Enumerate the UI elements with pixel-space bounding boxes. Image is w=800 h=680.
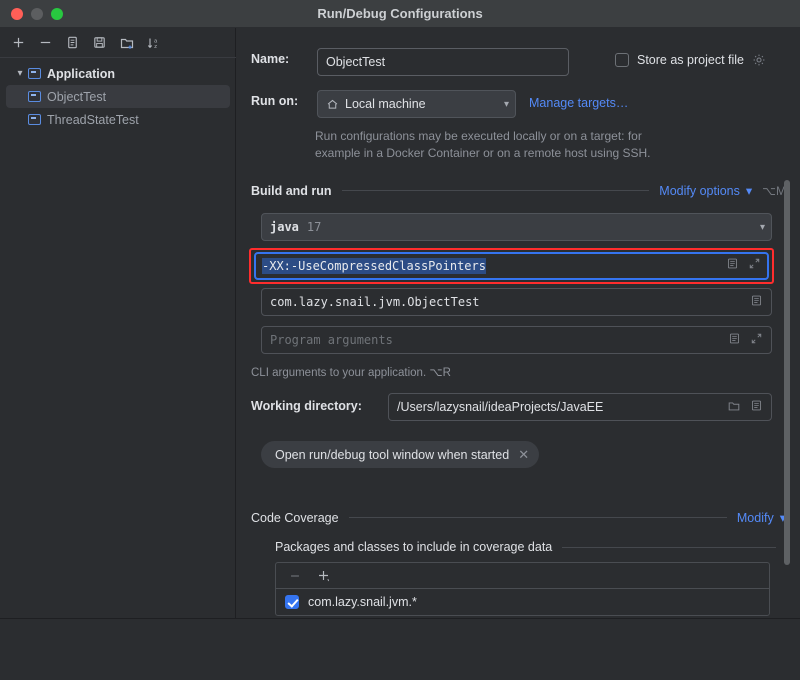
build-and-run-title: Build and run — [251, 183, 332, 198]
working-directory-input[interactable]: /Users/lazysnail/ideaProjects/JavaEE — [388, 393, 772, 421]
section-divider — [348, 517, 727, 518]
remove-configuration-button[interactable] — [33, 31, 58, 55]
configuration-icon — [28, 114, 41, 125]
jdk-name: java — [270, 220, 299, 234]
configuration-editor: Name: ObjectTest Store as project file R… — [237, 28, 800, 618]
sidebar-toolbar: a z — [0, 28, 236, 58]
coverage-subsection-header: Packages and classes to include in cover… — [275, 540, 786, 554]
configurations-tree: ▾ Application ObjectTest ThreadStateTest — [0, 62, 236, 131]
store-as-project-file-label: Store as project file — [637, 53, 744, 67]
coverage-list-toolbar — [276, 563, 769, 589]
coverage-subsection-title: Packages and classes to include in cover… — [275, 540, 553, 554]
vm-options-input[interactable]: -XX:-UseCompressedClassPointers — [254, 252, 769, 280]
modify-options-link[interactable]: Modify options — [659, 184, 740, 198]
tree-group-label: Application — [47, 66, 116, 81]
run-on-hint-line1: Run configurations may be executed local… — [315, 129, 642, 143]
save-configuration-button[interactable] — [87, 31, 112, 55]
program-arguments-input[interactable]: Program arguments — [261, 326, 772, 354]
run-on-row: Run on: — [251, 94, 298, 108]
chevron-down-icon[interactable]: ▾ — [12, 68, 28, 79]
code-coverage-section-header: Code Coverage Modify ▾ — [251, 510, 786, 526]
expand-fullscreen-icon[interactable] — [750, 332, 763, 348]
store-as-project-file-row[interactable]: Store as project file — [615, 53, 766, 67]
configuration-icon — [28, 91, 41, 102]
jdk-version: 17 — [306, 220, 322, 234]
main-class-field-icons — [750, 294, 763, 310]
section-divider — [562, 546, 776, 548]
chevron-down-icon[interactable]: ▾ — [746, 183, 752, 198]
expand-editor-icon[interactable] — [750, 399, 763, 415]
program-arguments-field-icons — [728, 332, 763, 348]
chip-label: Open run/debug tool window when started — [275, 447, 510, 462]
add-configuration-button[interactable] — [6, 31, 31, 55]
working-directory-value: /Users/lazysnail/ideaProjects/JavaEE — [397, 400, 604, 414]
working-directory-label: Working directory: — [251, 399, 362, 413]
tree-group-application[interactable]: ▾ Application — [0, 62, 236, 85]
name-label: Name: — [251, 52, 290, 66]
coverage-item-label: com.lazy.snail.jvm.* — [308, 595, 417, 609]
main-class-input[interactable]: com.lazy.snail.jvm.ObjectTest — [261, 288, 772, 316]
build-and-run-section-header: Build and run Modify options ▾ ⌥M — [251, 183, 786, 199]
expand-fullscreen-icon[interactable] — [748, 257, 761, 275]
jdk-dropdown[interactable]: java 17 ▾ — [261, 213, 772, 241]
configurations-sidebar: a z ▾ Application ObjectTest ThreadState… — [0, 28, 236, 646]
name-row: Name: — [251, 52, 311, 66]
name-value: ObjectTest — [326, 55, 386, 69]
close-icon[interactable]: ✕ — [518, 447, 529, 463]
tree-item-threadstatetest[interactable]: ThreadStateTest — [0, 108, 236, 131]
remove-package-button[interactable] — [282, 564, 307, 588]
dialog-footer: ? Run ▾ Cancel Apply OK — [0, 618, 800, 680]
working-directory-field-icons — [727, 399, 763, 416]
vm-options-value: -XX:-UseCompressedClassPointers — [262, 258, 486, 274]
sort-alphabetically-button[interactable]: a z — [141, 31, 166, 55]
coverage-list-item[interactable]: com.lazy.snail.jvm.* — [276, 589, 769, 615]
copy-configuration-button[interactable] — [60, 31, 85, 55]
cli-arguments-hint: CLI arguments to your application. ⌥R — [251, 367, 451, 379]
vm-options-field-icons — [726, 257, 761, 275]
code-coverage-title: Code Coverage — [251, 510, 339, 525]
run-on-value: Local machine — [345, 97, 426, 111]
run-on-hint-line2: example in a Docker Container or on a re… — [315, 146, 651, 160]
tree-item-label: ThreadStateTest — [47, 112, 139, 127]
open-tool-window-chip[interactable]: Open run/debug tool window when started … — [261, 441, 540, 468]
add-package-button[interactable] — [311, 564, 336, 588]
manage-targets-link[interactable]: Manage targets… — [529, 96, 628, 110]
run-on-label: Run on: — [251, 94, 299, 108]
run-on-dropdown[interactable]: Local machine ▾ — [317, 90, 516, 118]
expand-editor-icon[interactable] — [726, 257, 739, 275]
coverage-packages-list: com.lazy.snail.jvm.* — [275, 562, 770, 616]
title-bar: Run/Debug Configurations — [0, 0, 800, 28]
chevron-down-icon[interactable]: ▾ — [496, 99, 509, 110]
folder-icon[interactable] — [727, 399, 741, 416]
name-input[interactable]: ObjectTest — [317, 48, 569, 76]
home-icon — [326, 98, 339, 111]
new-folder-button[interactable] — [114, 31, 139, 55]
svg-text:z: z — [154, 43, 157, 50]
tree-item-objecttest[interactable]: ObjectTest — [6, 85, 230, 108]
program-arguments-placeholder: Program arguments — [270, 333, 393, 347]
coverage-item-checkbox[interactable] — [285, 595, 299, 609]
code-coverage-modify-link[interactable]: Modify — [737, 511, 774, 525]
modify-options-shortcut: ⌥M — [762, 183, 786, 198]
application-icon — [28, 68, 41, 79]
window-title: Run/Debug Configurations — [317, 6, 483, 21]
store-as-project-file-checkbox[interactable] — [615, 53, 629, 67]
section-divider — [341, 190, 650, 191]
expand-editor-icon[interactable] — [750, 294, 763, 310]
chevron-down-icon[interactable]: ▾ — [752, 222, 765, 233]
run-debug-configurations-dialog: Run/Debug Configurations a z ▾ Applicati… — [0, 0, 800, 680]
editor-vertical-scrollbar[interactable] — [784, 180, 790, 565]
tree-item-label: ObjectTest — [47, 89, 107, 104]
expand-editor-icon[interactable] — [728, 332, 741, 348]
gear-icon[interactable] — [752, 53, 766, 67]
main-class-value: com.lazy.snail.jvm.ObjectTest — [270, 295, 480, 309]
